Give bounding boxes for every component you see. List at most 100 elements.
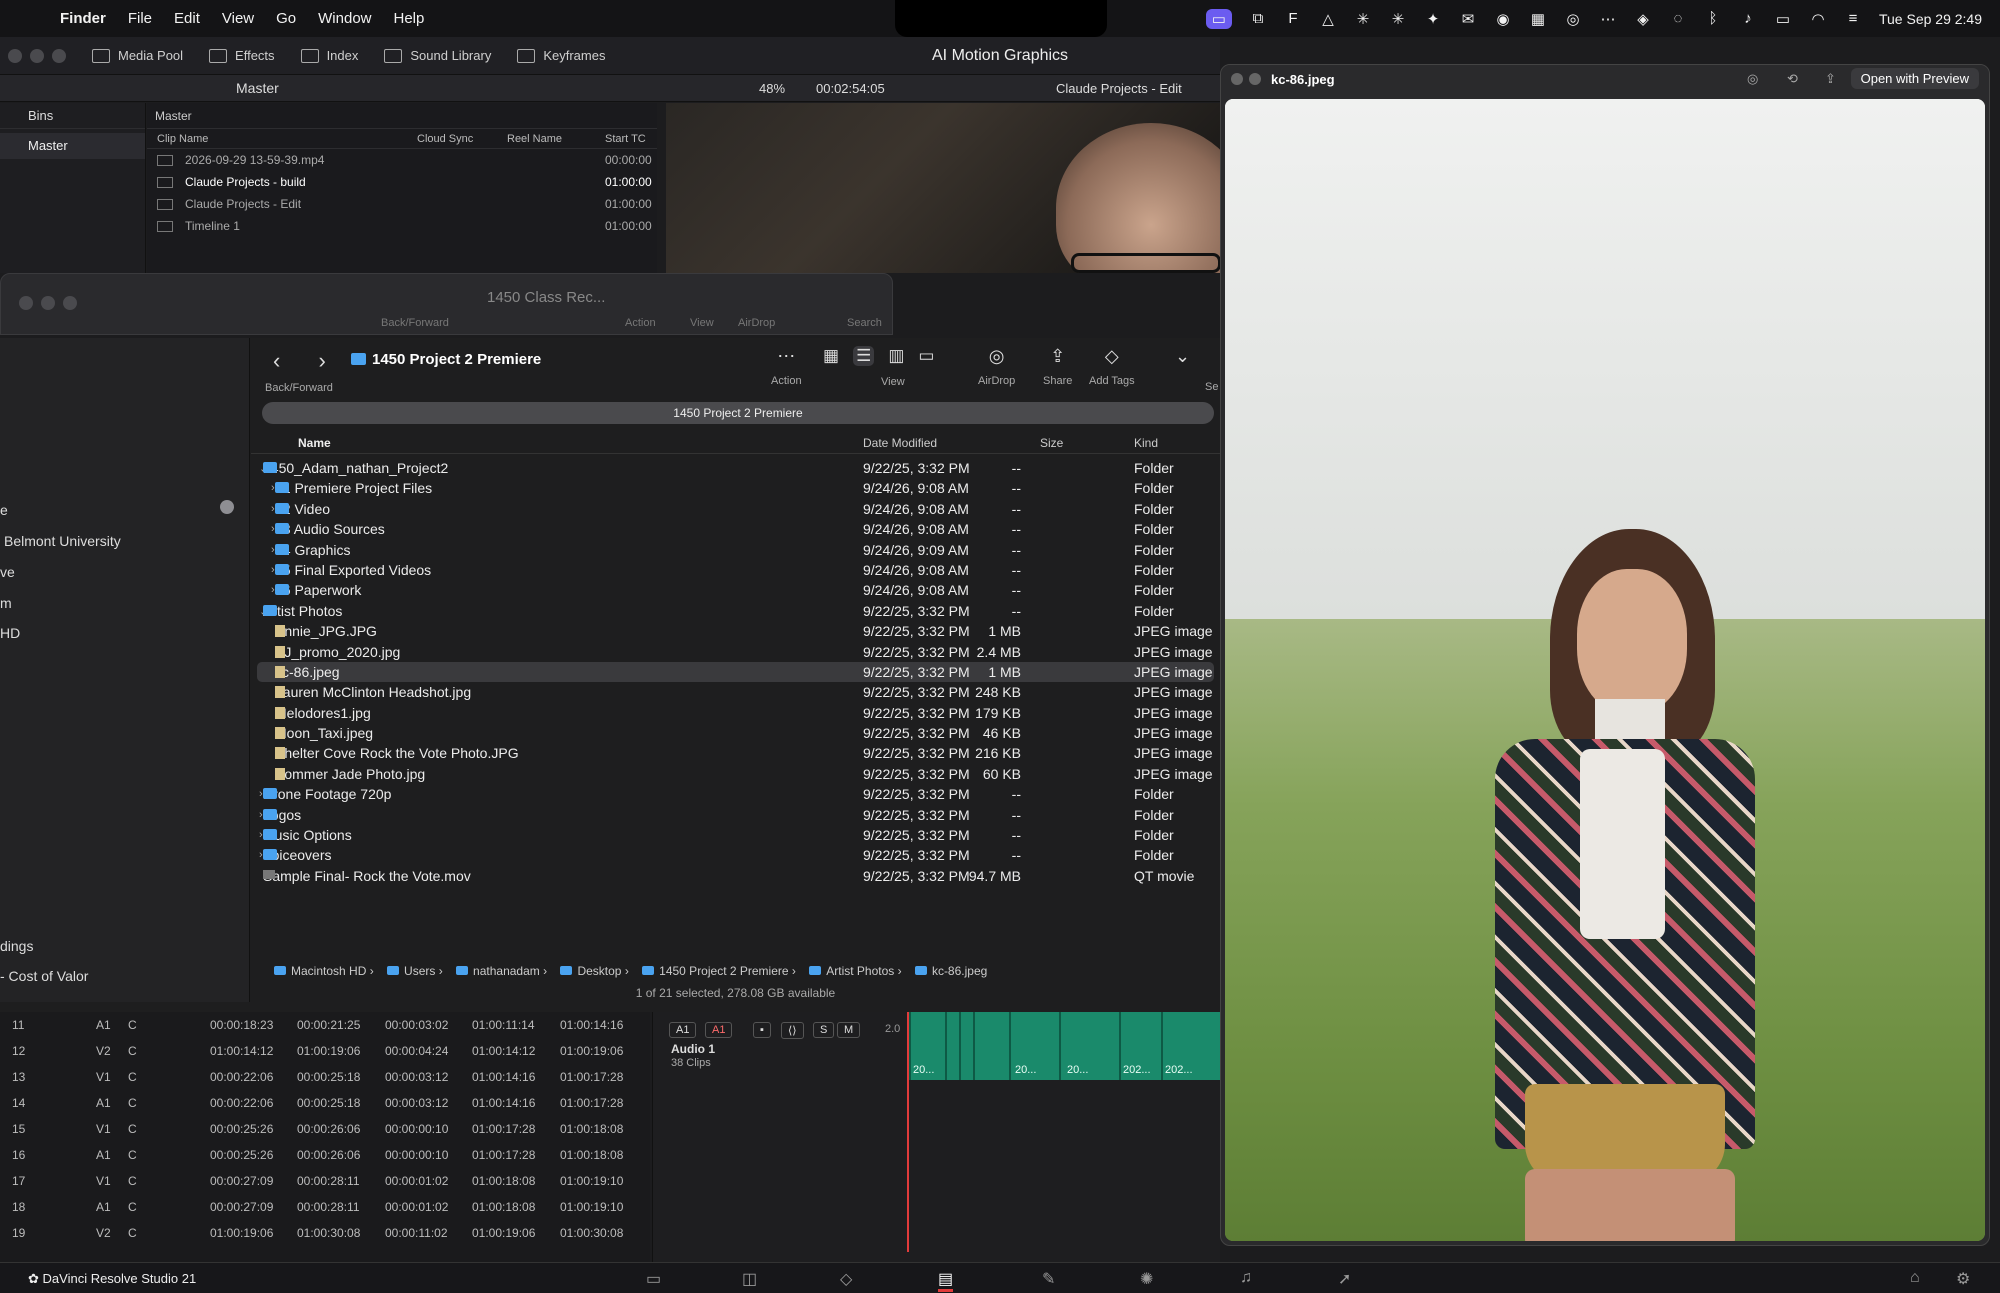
edit-page-icon[interactable]: ▤	[938, 1269, 954, 1292]
clip-row[interactable]: 2026-09-29 13-59-39.mp4 00:00:00	[147, 149, 657, 171]
menu-help[interactable]: Help	[394, 10, 425, 27]
col-name[interactable]: Name	[298, 436, 331, 450]
clip-row[interactable]: Claude Projects - build 01:00:00	[147, 171, 657, 193]
breadcrumb-item[interactable]: 1450 Project 2 Premiere	[659, 964, 788, 978]
folder-row[interactable]: ⌄Artist Photos9/22/25, 3:32 PM--Folder	[251, 601, 1220, 621]
volume-icon[interactable]: ♪	[1739, 10, 1757, 27]
media-page-icon[interactable]: ▭	[646, 1269, 661, 1289]
sidebar-item[interactable]: m	[0, 595, 12, 611]
mail-icon[interactable]: ✉	[1459, 10, 1477, 28]
lock-icon[interactable]: ▪	[753, 1022, 771, 1038]
file-row[interactable]: Moon_Taxi.jpeg 9/22/25, 3:32 PM 46 KB JPEG …	[251, 723, 1220, 743]
breadcrumb-item[interactable]: nathanadam	[473, 964, 540, 978]
fusion-page-icon[interactable]: ◇	[840, 1269, 852, 1289]
file-row[interactable]: Lauren McClinton Headshot.jpg 9/22/25, 3:…	[251, 682, 1220, 702]
edit-row[interactable]: 18 A1 C 00:00:27:09 00:00:28:11 00:00:01:02 01…	[0, 1194, 650, 1220]
playhead[interactable]	[907, 1012, 909, 1252]
edit-row[interactable]: 11 A1 C 00:00:18:23 00:00:21:25 00:00:03:02 01…	[0, 1012, 650, 1038]
claude-alt-icon[interactable]: ✳	[1389, 10, 1407, 28]
folder-row[interactable]: › Voiceovers 9/22/25, 3:32 PM -- Folder	[251, 845, 1220, 865]
window-minimize-button[interactable]	[30, 48, 44, 63]
screen-mirroring-icon[interactable]: ▭	[1205, 8, 1232, 29]
menu-file[interactable]: File	[128, 10, 152, 27]
list-view-icon[interactable]: ☰	[853, 346, 875, 366]
control-center-icon[interactable]: ≡	[1844, 10, 1862, 27]
menu-edit[interactable]: Edit	[174, 10, 200, 27]
edit-row[interactable]: 17 V1 C 00:00:27:09 00:00:28:11 00:00:01:02 01…	[0, 1168, 650, 1194]
edit-row[interactable]: 19 V2 C 01:00:19:06 01:00:30:08 00:00:11:02 01…	[0, 1220, 650, 1246]
viewer-zoom[interactable]: 48%	[759, 81, 785, 96]
close-icon[interactable]	[1231, 73, 1243, 85]
folder-row[interactable]: › Drone Footage 720p 9/22/25, 3:32 PM -- Fol…	[251, 784, 1220, 804]
airdrop-icon[interactable]: ◌	[1669, 10, 1687, 27]
folder-row[interactable]: › 06 Paperwork 9/24/26, 9:08 AM -- Folder	[251, 580, 1220, 600]
add-tags-button[interactable]: ◇ Add Tags	[1089, 346, 1135, 387]
creative-cloud-icon[interactable]: ◎	[1564, 10, 1582, 28]
source-viewer[interactable]	[666, 103, 1220, 273]
edit-row[interactable]: 13 V1 C 00:00:22:06 00:00:25:18 00:00:03:12 01…	[0, 1064, 650, 1090]
audio-clip[interactable]	[973, 1012, 1007, 1080]
clip-row[interactable]: Claude Projects - Edit 01:00:00	[147, 193, 657, 215]
rotate-icon[interactable]: ⟲	[1787, 71, 1798, 87]
menu-go[interactable]: Go	[276, 10, 296, 27]
cut-page-icon[interactable]: ◫	[742, 1269, 757, 1289]
folder-row[interactable]: ⌄1450_Adam_nathan_Project29/22/25, 3:32 …	[251, 458, 1220, 478]
keyframes-button[interactable]: Keyframes	[517, 48, 605, 63]
breadcrumb-item[interactable]: Desktop	[577, 964, 621, 978]
dashboard-icon[interactable]: ▦	[1529, 10, 1547, 28]
audio-clip[interactable]: 202...	[1161, 1012, 1201, 1080]
folder-row[interactable]: › Logos 9/22/25, 3:32 PM -- Folder	[251, 805, 1220, 825]
col-cloud-sync[interactable]: Cloud Sync	[417, 129, 507, 148]
airdrop-button[interactable]: ◎ AirDrop	[978, 346, 1015, 387]
activity-icon[interactable]: ⋯	[1599, 10, 1617, 28]
col-reel-name[interactable]: Reel Name	[507, 129, 605, 148]
edit-row[interactable]: 14 A1 C 00:00:22:06 00:00:25:18 00:00:03:12 01…	[0, 1090, 650, 1116]
sidebar-item[interactable]: ve	[0, 564, 15, 580]
folder-row[interactable]: › 05 Final Exported Videos 9/24/26, 9:08 A…	[251, 560, 1220, 580]
sidebar-item[interactable]: dings	[0, 938, 33, 954]
markup-icon[interactable]: ◎	[1747, 71, 1758, 87]
bin-master[interactable]: Master	[0, 133, 145, 159]
solo-button[interactable]: S	[813, 1022, 835, 1038]
more-tools-button[interactable]: ⌄	[1175, 346, 1190, 367]
mute-button[interactable]: M	[837, 1022, 861, 1038]
audio-page-icon[interactable]: ♫	[1240, 1269, 1252, 1287]
dropbox-icon[interactable]: ◈	[1634, 10, 1652, 28]
edit-row[interactable]: 16 A1 C 00:00:25:26 00:00:26:06 00:00:00:10 01…	[0, 1142, 650, 1168]
bg-zoom-button[interactable]	[63, 296, 77, 310]
sidebar-item-belmont[interactable]: Belmont University	[4, 533, 121, 549]
col-date-modified[interactable]: Date Modified	[863, 436, 937, 450]
file-row[interactable]: Sample Final- Rock the Vote.mov 9/22/25, …	[251, 866, 1220, 886]
fairlight-page-icon[interactable]: ✺	[1140, 1269, 1153, 1289]
drive-icon[interactable]: △	[1319, 10, 1337, 28]
gallery-view-icon[interactable]: ▭	[918, 346, 934, 366]
timeline-selector[interactable]: Claude Projects - Edit	[1056, 81, 1182, 96]
sidebar-item[interactable]: e	[0, 502, 8, 518]
col-kind[interactable]: Kind	[1134, 436, 1158, 450]
icon-view-icon[interactable]: ▦	[823, 346, 839, 366]
link-icon[interactable]: ⟨⟩	[781, 1022, 804, 1039]
perplexity-icon[interactable]: ✦	[1424, 10, 1442, 28]
file-row[interactable]: BJ_promo_2020.jpg 9/22/25, 3:32 PM 2.4 MB J…	[251, 642, 1220, 662]
claude-icon[interactable]: ✳	[1354, 10, 1372, 28]
audio-clip[interactable]	[959, 1012, 971, 1080]
deliver-page-icon[interactable]: ➚	[1338, 1269, 1351, 1289]
wifi-icon[interactable]: ◠	[1809, 10, 1827, 28]
audio-clip[interactable]: 20...	[1059, 1012, 1117, 1080]
audio-clip[interactable]: 202...	[1119, 1012, 1159, 1080]
edit-row[interactable]: 15 V1 C 00:00:25:26 00:00:26:06 00:00:00:10 01…	[0, 1116, 650, 1142]
folder-row[interactable]: › 04 Graphics 9/24/26, 9:09 AM -- Folder	[251, 540, 1220, 560]
bluetooth-icon[interactable]: ᛒ	[1704, 10, 1722, 27]
sidebar-item[interactable]: HD	[0, 625, 20, 641]
color-page-icon[interactable]: ✎	[1042, 1269, 1055, 1289]
file-row[interactable]: Sommer Jade Photo.jpg 9/22/25, 3:32 PM 60 …	[251, 764, 1220, 784]
menu-window[interactable]: Window	[318, 10, 371, 27]
video-record-icon[interactable]: ◉	[1494, 10, 1512, 28]
audio-clip[interactable]: 20...	[909, 1012, 943, 1080]
track-a1-button[interactable]: A1	[669, 1022, 697, 1038]
action-button[interactable]: ⋯ Action	[771, 346, 802, 387]
audio-clip[interactable]	[945, 1012, 957, 1080]
bg-minimize-button[interactable]	[41, 296, 55, 310]
font-icon[interactable]: F	[1284, 10, 1302, 27]
track-a1-dest-button[interactable]: A1	[705, 1022, 733, 1038]
